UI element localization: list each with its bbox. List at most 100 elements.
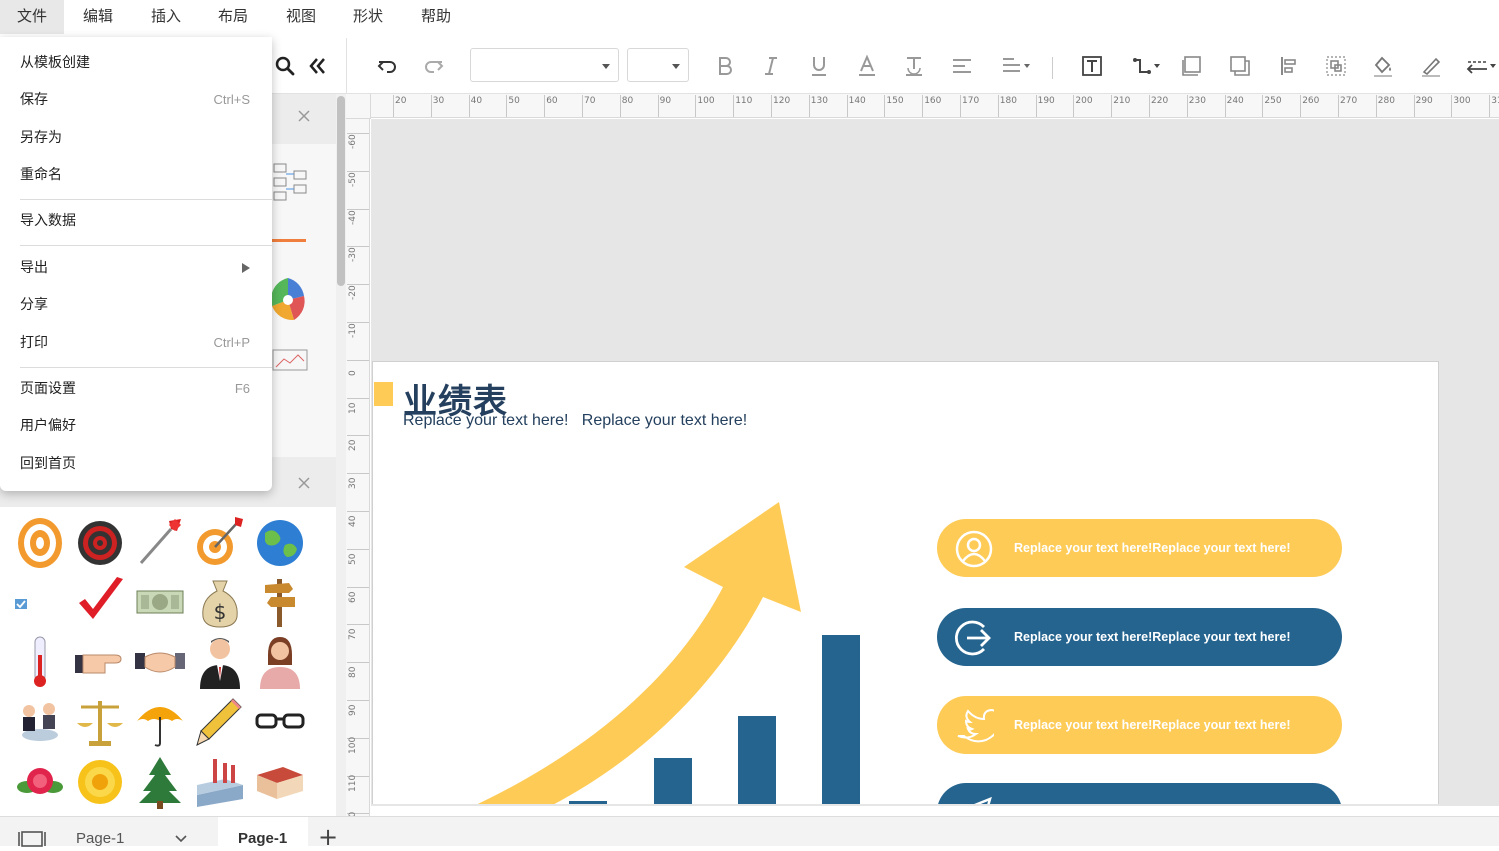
umbrella-icon[interactable] — [135, 695, 185, 749]
menu-separator — [20, 367, 272, 368]
menu-file[interactable]: 文件 — [0, 0, 64, 34]
chevron-down-icon[interactable] — [175, 835, 187, 843]
menu-view[interactable]: 视图 — [273, 0, 329, 34]
line-style-icon[interactable] — [1462, 50, 1499, 82]
menu-item-rename[interactable]: 重命名 — [0, 160, 272, 190]
shadow-icon[interactable] — [1224, 50, 1256, 82]
panel-scrollbar-thumb[interactable] — [337, 96, 345, 286]
drawing-canvas[interactable]: 业绩表 Replace your text here! Replace your… — [371, 119, 1499, 806]
target-icon[interactable] — [15, 515, 65, 569]
menu-item-print[interactable]: 打印 Ctrl+P — [0, 328, 272, 358]
toolbar-divider — [346, 38, 347, 94]
menu-edit[interactable]: 编辑 — [70, 0, 126, 34]
add-page-button[interactable]: + — [318, 823, 338, 851]
menu-item-import-data[interactable]: 导入数据 — [0, 206, 272, 236]
menu-item-export[interactable]: 导出 — [0, 253, 272, 283]
dart-icon[interactable] — [135, 515, 185, 569]
ruler-label: 0 — [348, 370, 358, 376]
fill-icon[interactable] — [1367, 50, 1399, 82]
panel-scrollbar[interactable] — [336, 94, 346, 816]
meeting-icon[interactable] — [15, 695, 65, 749]
sign-in-icon — [955, 620, 991, 656]
align-icon[interactable] — [946, 50, 978, 82]
chevron-down-icon — [602, 64, 610, 69]
signpost-icon[interactable] — [255, 575, 305, 629]
bar-4 — [822, 635, 860, 806]
handshake-icon[interactable] — [135, 635, 185, 689]
bar-3 — [738, 716, 776, 806]
thermometer-icon[interactable] — [15, 635, 65, 689]
dartboard-icon[interactable] — [75, 515, 125, 569]
pointing-hand-icon[interactable] — [75, 635, 125, 689]
small-checkbox-icon[interactable] — [14, 598, 28, 610]
line-color-icon[interactable] — [1415, 50, 1447, 82]
pill-1-text: Replace your text here!Replace your text… — [1014, 541, 1291, 555]
glasses-icon[interactable] — [255, 695, 305, 749]
dollar-bill-icon[interactable] — [135, 575, 185, 629]
text-style-icon[interactable] — [898, 50, 930, 82]
font-size-select[interactable] — [627, 48, 689, 82]
canvas-scrollbar[interactable] — [371, 804, 1499, 806]
connector-icon[interactable] — [1126, 50, 1166, 82]
sunflower-icon[interactable] — [75, 755, 125, 809]
menu-item-preferences[interactable]: 用户偏好 — [0, 411, 272, 441]
search-icon[interactable] — [269, 50, 301, 82]
text-box-icon[interactable] — [1076, 50, 1108, 82]
globe-icon[interactable] — [255, 515, 305, 569]
target-dart-icon[interactable] — [195, 515, 245, 569]
info-pill-1[interactable]: Replace your text here!Replace your text… — [937, 519, 1342, 577]
align-left-icon[interactable] — [1273, 50, 1305, 82]
pine-tree-icon[interactable] — [135, 755, 185, 809]
menu-item-new-from-template[interactable]: 从模板创建 — [0, 48, 272, 78]
bold-icon[interactable] — [709, 50, 741, 82]
timeline-thumbnail-icon[interactable] — [272, 239, 306, 242]
ruler-tick — [1111, 95, 1113, 117]
businessman-icon[interactable] — [195, 635, 245, 689]
menu-insert[interactable]: 插入 — [138, 0, 194, 34]
page-view-icon[interactable] — [18, 831, 46, 847]
underline-icon[interactable] — [803, 50, 835, 82]
menu-item-save-as[interactable]: 另存为 — [0, 123, 272, 153]
chart-thumbnail-icon[interactable] — [272, 349, 308, 371]
ruler-tick — [506, 95, 508, 117]
ruler-tick — [582, 95, 583, 117]
arrange-front-icon[interactable] — [1176, 50, 1208, 82]
pie-chart-thumbnail-icon[interactable] — [270, 276, 306, 324]
line-spacing-icon[interactable] — [996, 50, 1036, 82]
menu-item-page-setup[interactable]: 页面设置 F6 — [0, 374, 272, 404]
font-family-select[interactable] — [470, 48, 619, 82]
menu-item-save[interactable]: 保存 Ctrl+S — [0, 85, 272, 115]
close-icon[interactable] — [296, 475, 312, 491]
scales-icon[interactable] — [75, 695, 125, 749]
menu-item-label: 保存 — [20, 92, 48, 108]
menu-shape[interactable]: 形状 — [340, 0, 396, 34]
ruler-tick — [1338, 95, 1339, 117]
page-select-value[interactable]: Page-1 — [76, 830, 124, 847]
page-tab-active[interactable]: Page-1 — [218, 817, 308, 847]
info-pill-4[interactable] — [937, 783, 1342, 806]
info-pill-2[interactable]: Replace your text here!Replace your text… — [937, 608, 1342, 666]
menu-item-label: 用户偏好 — [20, 418, 76, 434]
close-icon[interactable] — [296, 108, 312, 124]
menu-layout[interactable]: 布局 — [205, 0, 261, 34]
menu-item-home[interactable]: 回到首页 — [0, 449, 272, 479]
font-color-icon[interactable] — [851, 50, 883, 82]
checkmark-icon[interactable] — [75, 575, 125, 629]
pencil-icon[interactable] — [195, 695, 245, 749]
rose-icon[interactable] — [15, 755, 65, 809]
page-tab-label: Page-1 — [238, 830, 288, 847]
collapse-panel-icon[interactable] — [301, 50, 333, 82]
redo-icon[interactable] — [418, 50, 450, 82]
menu-item-share[interactable]: 分享 — [0, 290, 272, 320]
undo-icon[interactable] — [371, 50, 403, 82]
building-icon[interactable] — [255, 755, 305, 809]
italic-icon[interactable] — [755, 50, 787, 82]
menu-help[interactable]: 帮助 — [408, 0, 464, 34]
info-pill-3[interactable]: Replace your text here!Replace your text… — [937, 696, 1342, 754]
group-icon[interactable] — [1320, 50, 1352, 82]
factory-icon[interactable] — [195, 755, 245, 809]
org-chart-thumbnail-icon[interactable] — [272, 162, 310, 204]
businesswoman-icon[interactable] — [255, 635, 305, 689]
money-bag-icon[interactable]: $ — [195, 575, 245, 629]
document-page[interactable]: 业绩表 Replace your text here! Replace your… — [372, 361, 1439, 806]
